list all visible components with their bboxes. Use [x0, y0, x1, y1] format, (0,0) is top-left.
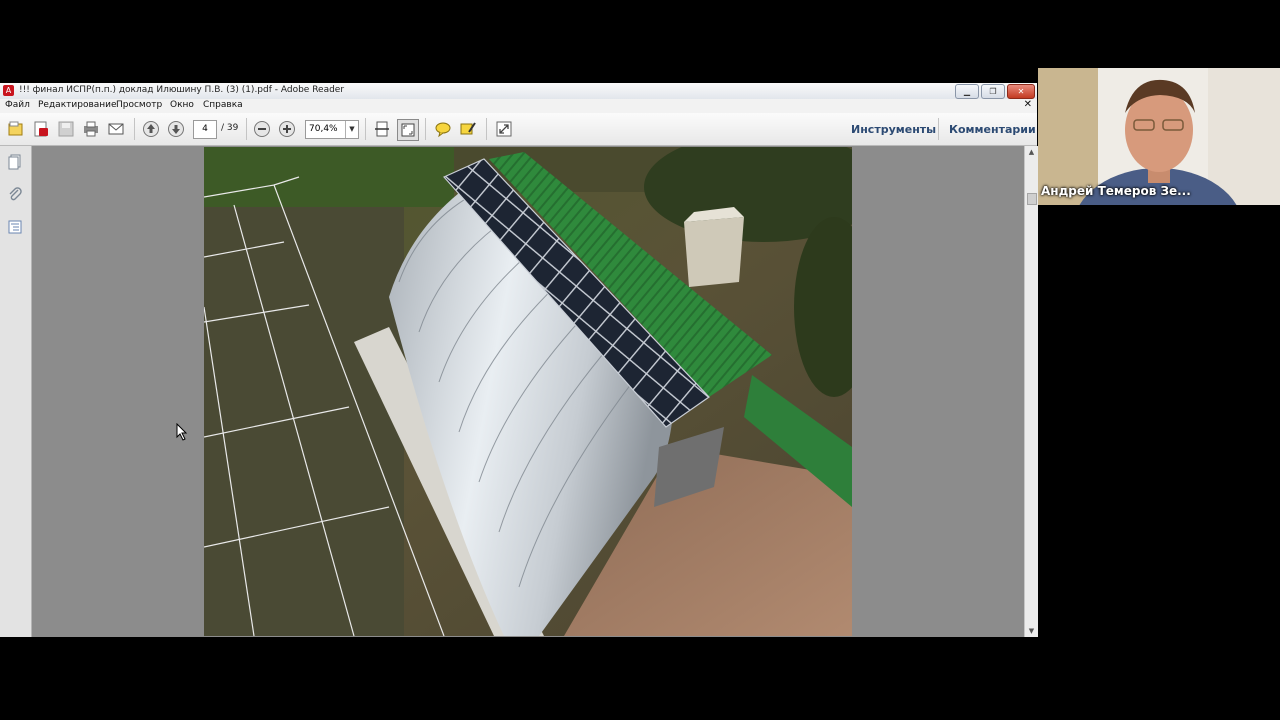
document-area[interactable] — [32, 146, 1024, 637]
participant-name: Андрей Темеров Зе... — [1041, 184, 1191, 198]
print-icon[interactable] — [81, 119, 101, 139]
next-page-icon[interactable] — [166, 119, 186, 139]
toolbar: 4 / 39 70,4% ▼ Инструменты Комментарии — [0, 113, 1037, 146]
participant-video-tile[interactable]: Андрей Темеров Зе... — [1038, 68, 1280, 205]
scroll-up-icon[interactable]: ▲ — [1025, 146, 1038, 158]
menu-help[interactable]: Справка — [203, 100, 243, 110]
bookmarks-icon[interactable] — [7, 219, 23, 235]
toolbar-separator — [938, 118, 939, 140]
navigation-pane — [0, 146, 32, 637]
toolbar-separator — [365, 118, 366, 140]
open-file-icon[interactable] — [6, 119, 26, 139]
toolbar-separator — [425, 118, 426, 140]
toolbar-separator — [134, 118, 135, 140]
zoom-in-icon[interactable] — [277, 119, 297, 139]
highlight-icon[interactable] — [458, 119, 478, 139]
chevron-down-icon[interactable]: ▼ — [345, 121, 358, 138]
menu-edit[interactable]: Редактирование — [38, 100, 117, 110]
vertical-scrollbar[interactable]: ▲ ▼ — [1024, 146, 1038, 637]
menu-window[interactable]: Окно — [170, 100, 194, 110]
expand-icon[interactable] — [494, 119, 514, 139]
close-window-button[interactable]: ✕ — [1007, 84, 1035, 99]
fit-page-icon[interactable] — [372, 119, 392, 139]
page-number-input[interactable]: 4 — [193, 120, 217, 139]
minimize-button[interactable]: ▁ — [955, 84, 979, 99]
zoom-out-icon[interactable] — [252, 119, 272, 139]
menu-view[interactable]: Просмотр — [116, 100, 162, 110]
restore-button[interactable]: ❐ — [981, 84, 1005, 99]
attachments-icon[interactable] — [7, 186, 23, 202]
mouse-cursor-icon — [176, 422, 188, 445]
close-document-icon[interactable]: ✕ — [1024, 99, 1032, 110]
scroll-down-icon[interactable]: ▼ — [1025, 625, 1038, 637]
title-bar: A !!! финал ИСПР(п.п.) доклад Илюшину П.… — [0, 83, 1037, 100]
window-controls: ▁ ❐ ✕ — [955, 84, 1035, 99]
email-icon[interactable] — [106, 119, 126, 139]
page-count: / 39 — [221, 123, 239, 133]
previous-page-icon[interactable] — [141, 119, 161, 139]
pdf-page-photo — [204, 147, 852, 636]
toolbar-separator — [486, 118, 487, 140]
scrollbar-thumb[interactable] — [1027, 193, 1037, 205]
full-screen-fit-icon[interactable] — [397, 119, 419, 141]
menu-bar: Файл Редактирование Просмотр Окно Справк… — [0, 99, 1037, 113]
save-icon[interactable] — [56, 119, 76, 139]
create-pdf-icon[interactable] — [31, 119, 51, 139]
comment-icon[interactable] — [433, 119, 453, 139]
zoom-value: 70,4% — [309, 124, 338, 134]
comments-link[interactable]: Комментарии — [949, 123, 1036, 136]
toolbar-separator — [246, 118, 247, 140]
adobe-reader-window: A !!! финал ИСПР(п.п.) доклад Илюшину П.… — [0, 83, 1038, 637]
tools-link[interactable]: Инструменты — [851, 123, 936, 136]
menu-file[interactable]: Файл — [5, 100, 30, 110]
page-thumbnails-icon[interactable] — [7, 154, 23, 170]
adobe-reader-icon: A — [3, 85, 14, 96]
zoom-select[interactable]: 70,4% ▼ — [305, 120, 359, 139]
window-title: !!! финал ИСПР(п.п.) доклад Илюшину П.В.… — [19, 85, 345, 95]
